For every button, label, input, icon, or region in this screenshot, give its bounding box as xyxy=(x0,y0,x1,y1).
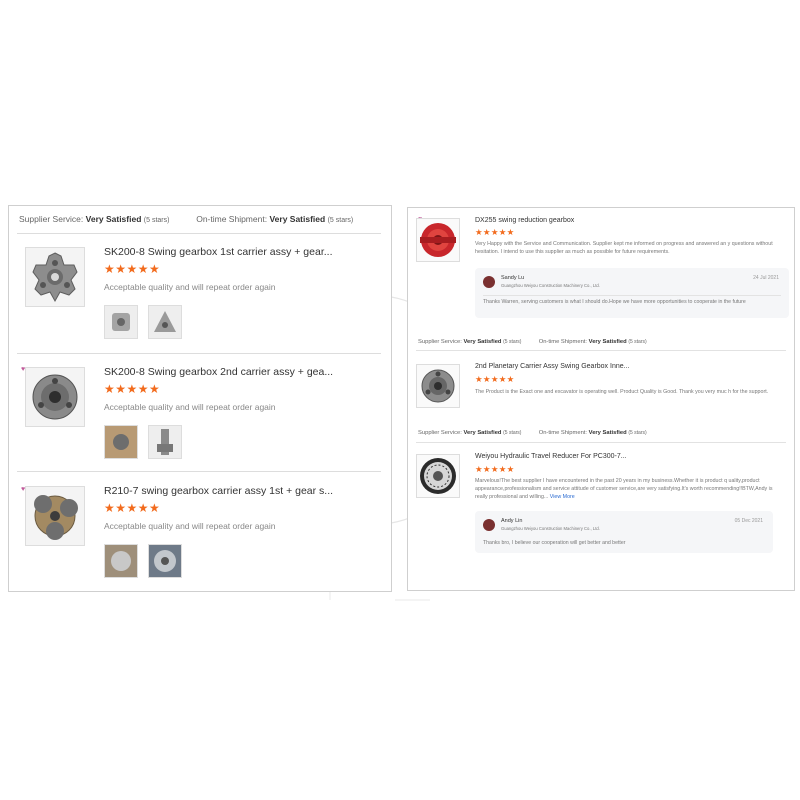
review-product-title[interactable]: SK200-8 Swing gearbox 2nd carrier assy +… xyxy=(104,366,333,378)
supplier-service-stars: (5 stars) xyxy=(503,339,522,345)
supplier-service-value: Very Satisfied xyxy=(463,339,502,345)
review-product-title[interactable]: Weiyou Hydraulic Travel Reducer For PC30… xyxy=(475,453,627,460)
review-photos xyxy=(104,425,188,463)
rating-stars: ★★★★★ xyxy=(475,464,515,474)
divider xyxy=(483,295,781,296)
shipment-label: On-time Shipment: xyxy=(196,214,268,224)
reply-author-name: Sandy Lu xyxy=(501,275,525,281)
shipment-label: On-time Shipment: xyxy=(538,430,588,436)
reply-message: Thanks Warren, serving customers is what… xyxy=(483,299,746,305)
review-item: R210-7 swing gearbox carrier assy 1st + … xyxy=(17,478,381,590)
right-reviews-panel: ♥ DX255 swing reduction gearbox ★★★★★ Ve… xyxy=(407,207,795,591)
reply-author-name: Andy Lin xyxy=(501,518,523,524)
rating-stars: ★★★★★ xyxy=(104,382,161,396)
seller-reply: Andy Lin Guangzhou Weiyou Construction M… xyxy=(475,511,773,553)
product-thumbnail[interactable] xyxy=(416,218,460,262)
shipment-stars: (5 stars) xyxy=(327,217,354,224)
left-reviews-panel: Supplier Service: Very Satisfied (5 star… xyxy=(8,205,392,592)
rating-stars: ★★★★★ xyxy=(475,227,515,237)
review-comment: Acceptable quality and will repeat order… xyxy=(104,282,276,292)
review-comment: Acceptable quality and will repeat order… xyxy=(104,521,276,531)
product-thumbnail[interactable] xyxy=(416,364,460,408)
supplier-service-stars: (5 stars) xyxy=(143,217,170,224)
supplier-service-label: Supplier Service: xyxy=(418,339,462,345)
review-photo[interactable] xyxy=(104,544,138,578)
product-thumbnail[interactable] xyxy=(416,454,460,498)
divider xyxy=(416,442,786,443)
review-photo[interactable] xyxy=(148,425,183,459)
shipment-value: Very Satisfied xyxy=(588,339,627,345)
supplier-service-label: Supplier Service: xyxy=(19,214,84,224)
reply-date: 05 Dec 2021 xyxy=(734,518,763,524)
gear-carrier-icon xyxy=(32,374,78,420)
review-text: Marvelous!The best supplier I have encou… xyxy=(475,477,775,501)
gear-part-icon xyxy=(105,426,137,458)
rating-stars: ★★★★★ xyxy=(475,374,515,384)
review-photo[interactable] xyxy=(148,305,183,339)
review-product-title[interactable]: DX255 swing reduction gearbox xyxy=(475,217,574,224)
avatar xyxy=(483,519,495,531)
reply-company: Guangzhou Weiyou Construction Machinery … xyxy=(501,526,600,531)
gear-carrier-icon xyxy=(34,495,78,540)
product-thumbnail[interactable] xyxy=(25,247,85,307)
supplier-service-value: Very Satisfied xyxy=(463,430,502,436)
avatar xyxy=(483,276,495,288)
review-comment: Acceptable quality and will repeat order… xyxy=(104,402,276,412)
divider xyxy=(17,471,381,472)
review-product-title[interactable]: 2nd Planetary Carrier Assy Swing Gearbox… xyxy=(475,363,629,370)
gear-part-icon xyxy=(105,545,137,577)
review-product-title[interactable]: SK200-8 Swing gearbox 1st carrier assy +… xyxy=(104,246,333,258)
rating-stars: ★★★★★ xyxy=(104,262,161,276)
service-rating-row: Supplier Service: Very Satisfied (5 star… xyxy=(19,214,353,224)
shipment-value: Very Satisfied xyxy=(588,430,627,436)
review-photos xyxy=(104,305,188,343)
gear-part-icon xyxy=(112,313,130,331)
gear-part-icon xyxy=(157,429,174,455)
review-text: The Product is the Exact one and excavat… xyxy=(475,389,769,395)
divider xyxy=(17,353,381,354)
shipment-stars: (5 stars) xyxy=(628,430,647,436)
review-item: SK200-8 Swing gearbox 2nd carrier assy +… xyxy=(17,359,381,471)
product-thumbnail[interactable] xyxy=(25,486,85,546)
product-thumbnail[interactable] xyxy=(25,367,85,427)
rating-stars: ★★★★★ xyxy=(104,501,161,515)
reply-message: Thanks bro, I believe our cooperation wi… xyxy=(483,540,626,546)
review-photo[interactable] xyxy=(104,425,138,459)
gear-carrier-icon xyxy=(32,252,78,303)
review-photo[interactable] xyxy=(104,305,138,339)
shipment-value: Very Satisfied xyxy=(269,214,326,224)
gear-carrier-icon xyxy=(421,369,455,403)
review-photos xyxy=(104,544,188,582)
review-text-body: Marvelous!The best supplier I have encou… xyxy=(475,478,773,500)
service-rating-row: Supplier Service: Very Satisfied (5 star… xyxy=(418,430,647,436)
seller-reply: Sandy Lu Guangzhou Weiyou Construction M… xyxy=(475,268,789,318)
divider xyxy=(17,233,381,234)
service-rating-row: Supplier Service: Very Satisfied (5 star… xyxy=(418,339,647,345)
gear-part-icon xyxy=(149,545,182,577)
view-more-link[interactable]: View More xyxy=(550,494,575,500)
supplier-service-value: Very Satisfied xyxy=(85,214,142,224)
reply-date: 24 Jul 2021 xyxy=(753,275,779,281)
review-photo[interactable] xyxy=(148,544,183,578)
shipment-label: On-time Shipment: xyxy=(538,339,588,345)
supplier-service-stars: (5 stars) xyxy=(503,430,522,436)
gear-part-icon xyxy=(154,311,177,332)
supplier-service-label: Supplier Service: xyxy=(418,430,462,436)
review-product-title[interactable]: R210-7 swing gearbox carrier assy 1st + … xyxy=(104,485,333,497)
review-text: Very Happy with the Service and Communic… xyxy=(475,241,773,255)
shipment-stars: (5 stars) xyxy=(628,339,647,345)
travel-reducer-icon xyxy=(420,458,456,494)
divider xyxy=(416,350,786,351)
reply-company: Guangzhou Weiyou Construction Machinery … xyxy=(501,283,600,288)
gear-reducer-icon xyxy=(420,223,456,257)
review-item: SK200-8 Swing gearbox 1st carrier assy +… xyxy=(17,241,381,353)
